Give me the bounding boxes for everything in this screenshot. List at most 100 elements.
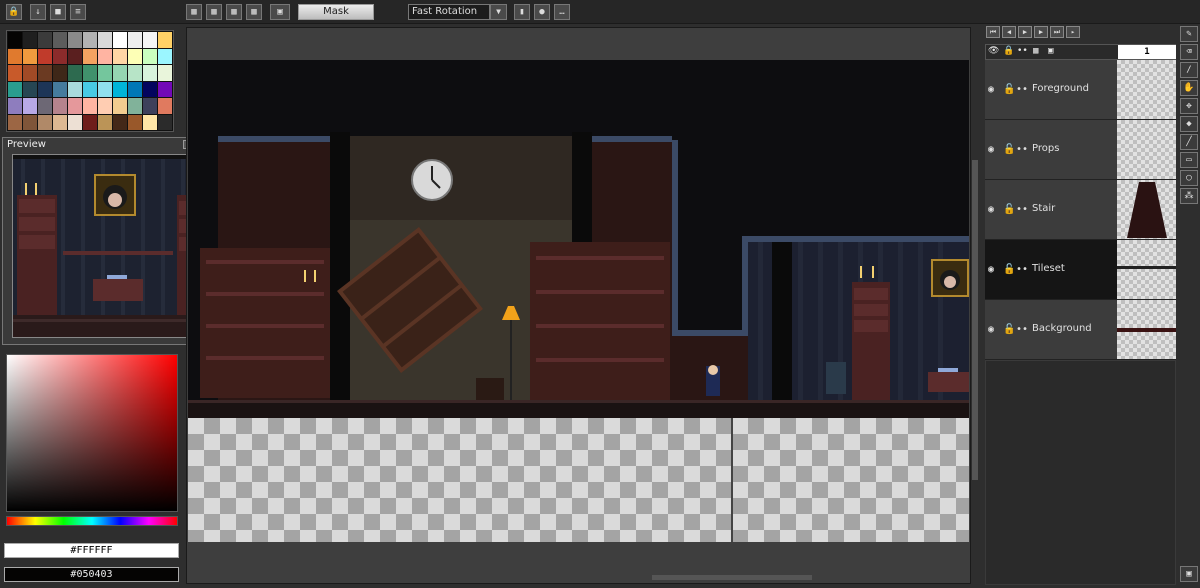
palette-swatch[interactable] [83,114,97,130]
more-icon[interactable]: … [554,4,570,20]
palette-swatch[interactable] [113,32,127,48]
palette-swatch[interactable] [98,98,112,114]
palette-swatch[interactable] [53,81,67,97]
eraser-icon[interactable]: ⌫ [1180,44,1198,60]
secondary-color-hex[interactable]: #050403 [4,567,179,582]
link-icon[interactable]: •• [1016,144,1028,155]
palette-swatch[interactable] [83,98,97,114]
lock-icon[interactable]: 🔒 [1003,46,1014,56]
palette-swatch[interactable] [158,98,172,114]
lock-icon[interactable]: 🔒 [6,4,22,20]
chevron-down-icon[interactable]: ▼ [490,4,507,20]
palette-swatch[interactable] [38,48,52,64]
play-icon[interactable]: ▶ [1018,26,1032,38]
lock-icon[interactable]: 🔓 [1003,264,1015,275]
palette-swatch[interactable] [68,114,82,130]
canvas-horizontal-scrollbar[interactable] [652,575,812,580]
canvas-vertical-scrollbar[interactable] [972,160,978,480]
settings-icon[interactable]: ▣ [1180,566,1198,582]
rotation-select[interactable]: Fast Rotation [408,4,490,20]
palette-swatch[interactable] [128,98,142,114]
loop-icon[interactable]: ▸ [1066,26,1080,38]
grid1-icon[interactable]: ▦ [186,4,202,20]
first-frame-icon[interactable]: ⏮ [986,26,1000,38]
palette-swatch[interactable] [128,32,142,48]
palette-swatch[interactable] [8,48,22,64]
ellipse-icon[interactable]: ◯ [1180,170,1198,186]
palette-swatch[interactable] [98,48,112,64]
palette-swatch[interactable] [143,48,157,64]
frame-number[interactable]: 1 [1118,45,1176,59]
lock-icon[interactable]: 🔓 [1003,144,1015,155]
palette-swatch[interactable] [8,114,22,130]
palette-swatch[interactable] [113,65,127,81]
line-icon[interactable]: ╱ [1180,134,1198,150]
grid3-icon[interactable]: ▦ [226,4,242,20]
brush-icon[interactable]: / [1180,62,1198,78]
palette-swatch[interactable] [23,114,37,130]
palette-swatch[interactable] [23,65,37,81]
eye-icon[interactable]: ◉ [988,204,994,215]
image-icon[interactable]: ▣ [270,4,290,20]
color-palette[interactable] [6,30,174,132]
palette-swatch[interactable] [53,48,67,64]
fill-icon[interactable]: ◆ [1180,116,1198,132]
frame-icon[interactable]: ▮ [514,4,530,20]
drawing-canvas[interactable] [188,60,969,542]
eye-icon[interactable]: ◉ [988,324,994,335]
layer-row-background[interactable]: ◉ 🔓 •• Background [985,300,1176,360]
layer-row-foreground[interactable]: ◉ 🔓 •• Foreground [985,60,1176,120]
palette-swatch[interactable] [8,65,22,81]
palette-swatch[interactable] [23,81,37,97]
palette-swatch[interactable] [8,81,22,97]
palette-swatch[interactable] [83,48,97,64]
palette-swatch[interactable] [83,81,97,97]
palette-swatch[interactable] [38,81,52,97]
rect-icon[interactable]: ▭ [1180,152,1198,168]
palette-swatch[interactable] [158,65,172,81]
layer-row-tileset[interactable]: ◉ 🔓 •• Tileset [985,240,1176,300]
link-icon[interactable]: •• [1016,264,1028,275]
hand-icon[interactable]: ✋ [1180,80,1198,96]
onion-icon[interactable]: ● [534,4,550,20]
palette-swatch[interactable] [68,32,82,48]
palette-swatch[interactable] [68,65,82,81]
folder-icon[interactable]: ■ [50,4,66,20]
grid2-icon[interactable]: ▦ [206,4,222,20]
palette-swatch[interactable] [68,81,82,97]
lock-icon[interactable]: 🔓 [1003,84,1015,95]
palette-swatch[interactable] [113,48,127,64]
palette-swatch[interactable] [53,65,67,81]
palette-swatch[interactable] [113,81,127,97]
palette-swatch[interactable] [68,98,82,114]
palette-swatch[interactable] [8,98,22,114]
add-layer-icon[interactable]: ▦ [1033,46,1038,56]
layer-settings-icon[interactable]: ▣ [1048,46,1053,56]
primary-color-hex[interactable]: #FFFFFF [4,543,179,558]
palette-swatch[interactable] [158,48,172,64]
palette-swatch[interactable] [38,65,52,81]
link-icon[interactable]: •• [1016,84,1028,95]
palette-swatch[interactable] [143,65,157,81]
palette-swatch[interactable] [23,32,37,48]
palette-swatch[interactable] [113,114,127,130]
palette-swatch[interactable] [128,81,142,97]
palette-swatch[interactable] [128,114,142,130]
palette-swatch[interactable] [53,32,67,48]
eye-icon[interactable]: ◉ [988,144,994,155]
color-gradient-picker[interactable] [6,354,178,512]
palette-swatch[interactable] [143,81,157,97]
palette-swatch[interactable] [158,114,172,130]
hue-slider[interactable] [6,516,178,526]
palette-swatch[interactable] [23,48,37,64]
palette-swatch[interactable] [53,114,67,130]
palette-swatch[interactable] [143,98,157,114]
pencil-icon[interactable]: ✎ [1180,26,1198,42]
layer-row-props[interactable]: ◉ 🔓 •• Props [985,120,1176,180]
palette-swatch[interactable] [128,48,142,64]
lock-icon[interactable]: 🔓 [1003,204,1015,215]
palette-swatch[interactable] [68,48,82,64]
palette-swatch[interactable] [128,65,142,81]
link-icon[interactable]: •• [1016,324,1028,335]
menu-icon[interactable]: ≡ [70,4,86,20]
